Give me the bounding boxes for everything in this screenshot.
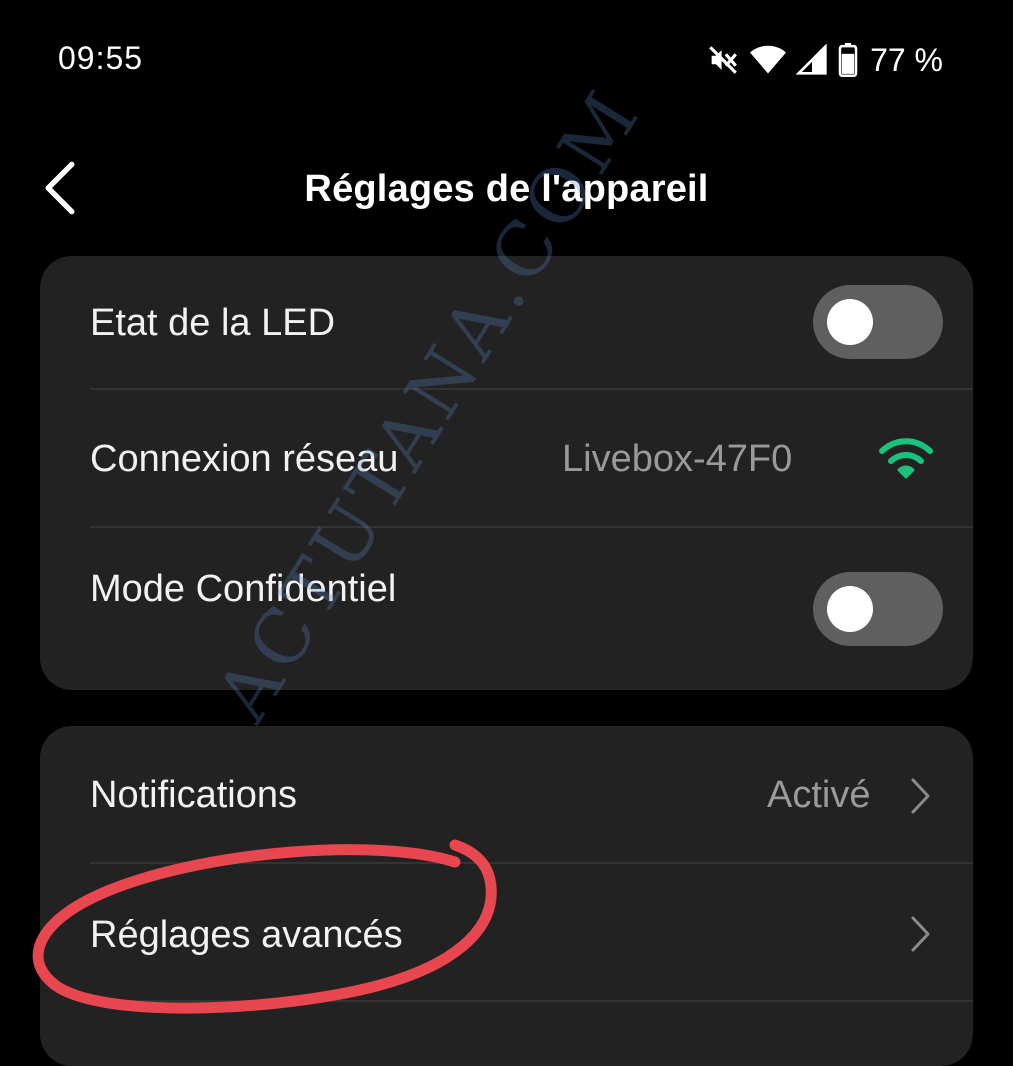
network-name-value: Livebox-47F0	[562, 438, 793, 480]
network-connection-label: Connexion réseau	[90, 438, 399, 480]
notifications-card: Notifications Activé Réglages avancés	[40, 726, 973, 1066]
battery-percentage: 77 %	[870, 41, 943, 78]
private-mode-label: Mode Confidentiel	[90, 568, 397, 610]
led-status-toggle[interactable]	[813, 285, 943, 359]
advanced-settings-row[interactable]: Réglages avancés	[40, 864, 973, 1000]
notifications-label: Notifications	[90, 774, 297, 816]
page-title: Réglages de l'appareil	[304, 168, 709, 210]
signal-icon	[796, 44, 828, 76]
battery-icon	[838, 43, 858, 77]
toggle-knob	[827, 586, 873, 632]
chevron-right-icon	[909, 776, 933, 816]
status-time: 09:55	[58, 40, 144, 76]
chevron-right-icon	[909, 914, 933, 954]
toggle-knob	[827, 299, 873, 345]
device-settings-card: Etat de la LED Connexion réseau Livebox-…	[40, 256, 973, 690]
led-status-label: Etat de la LED	[90, 302, 336, 344]
notifications-row[interactable]: Notifications Activé	[40, 726, 973, 862]
mute-icon	[706, 43, 740, 77]
wifi-icon	[750, 44, 787, 76]
advanced-settings-label: Réglages avancés	[90, 914, 403, 956]
status-bar: 09:55 77 %	[0, 0, 1013, 120]
led-status-row[interactable]: Etat de la LED	[40, 256, 973, 389]
notifications-value: Activé	[767, 774, 871, 816]
private-mode-toggle[interactable]	[813, 572, 943, 646]
network-connection-row[interactable]: Connexion réseau Livebox-47F0	[40, 390, 973, 526]
status-icons: 77 %	[706, 40, 943, 80]
app-header: Réglages de l'appareil	[0, 150, 1013, 235]
wifi-icon	[879, 436, 933, 480]
private-mode-row[interactable]: Mode Confidentiel	[40, 528, 973, 690]
divider	[90, 1000, 973, 1002]
